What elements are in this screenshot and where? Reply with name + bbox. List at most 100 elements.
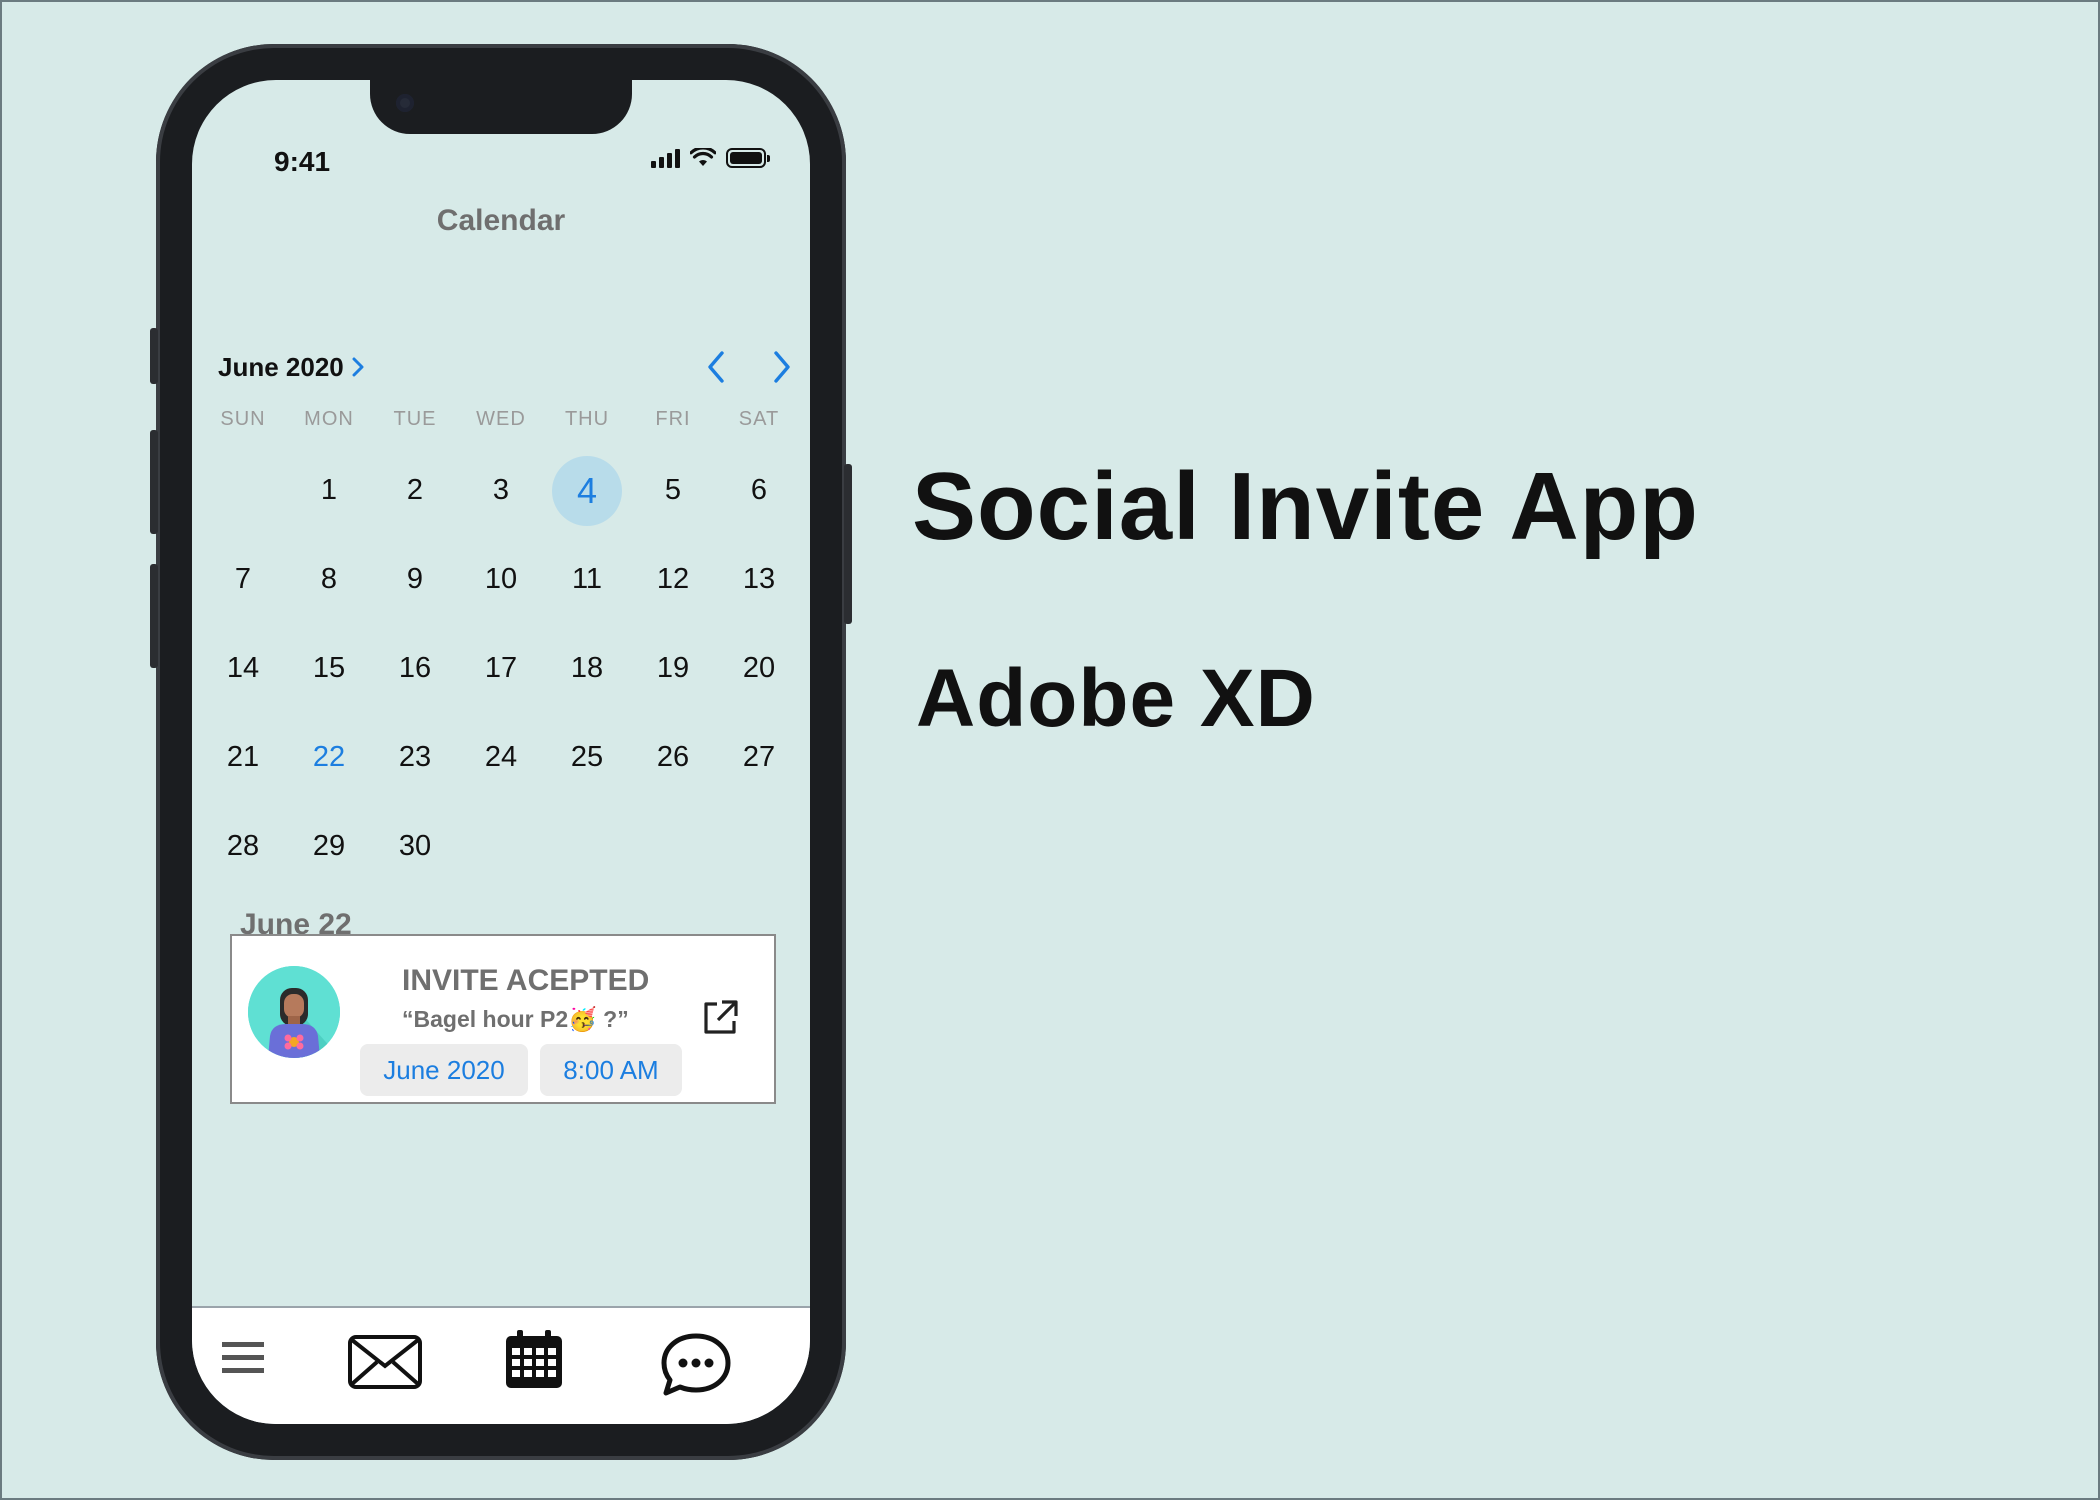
calendar-day-label: 2 — [406, 474, 424, 506]
weekday-label: THU — [564, 408, 610, 430]
calendar-day-label: 16 — [398, 652, 432, 684]
invite-card[interactable]: INVITE ACEPTED “Bagel hour P2🥳 ?” June 2… — [230, 934, 776, 1104]
calendar-day[interactable]: 13 — [716, 535, 802, 624]
wifi-icon — [690, 148, 716, 166]
cellular-signal-icon — [651, 148, 680, 168]
calendar-day-label: 15 — [312, 652, 346, 684]
calendar-day-empty — [630, 802, 716, 891]
calendar-day-label: 10 — [484, 563, 518, 595]
calendar-day[interactable]: 24 — [458, 713, 544, 802]
volume-down-button — [150, 564, 158, 668]
calendar-day-label: 8 — [320, 563, 338, 595]
calendar-day-label: 4 — [552, 455, 622, 526]
power-button — [844, 464, 852, 624]
calendar-day[interactable]: 14 — [200, 624, 286, 713]
calendar-day-label: 28 — [226, 830, 260, 862]
calendar-day-label: 3 — [492, 474, 510, 506]
calendar-day-label: 30 — [398, 830, 432, 862]
invite-status: INVITE ACEPTED — [402, 964, 650, 997]
calendar-day[interactable]: 8 — [286, 535, 372, 624]
calendar-icon[interactable] — [504, 1328, 564, 1390]
weekday-label: WED — [476, 408, 526, 430]
calendar-day[interactable]: 26 — [630, 713, 716, 802]
calendar-day[interactable]: 2 — [372, 446, 458, 535]
calendar-day[interactable]: 4 — [544, 446, 630, 535]
calendar-day[interactable]: 6 — [716, 446, 802, 535]
calendar-day-label: 27 — [742, 741, 776, 773]
page-title: Calendar — [436, 204, 566, 237]
calendar-day[interactable]: 22 — [286, 713, 372, 802]
calendar-day[interactable]: 1 — [286, 446, 372, 535]
calendar-day-label: 9 — [406, 563, 424, 595]
calendar-day-label: 18 — [570, 652, 604, 684]
calendar-day[interactable]: 18 — [544, 624, 630, 713]
time-chip[interactable]: 8:00 AM — [540, 1044, 682, 1096]
calendar-day[interactable]: 25 — [544, 713, 630, 802]
calendar-day-empty — [544, 802, 630, 891]
calendar-day[interactable]: 10 — [458, 535, 544, 624]
status-icons — [651, 148, 770, 168]
calendar-day[interactable]: 21 — [200, 713, 286, 802]
calendar-day-label: 7 — [234, 563, 252, 595]
battery-icon — [726, 148, 770, 168]
volume-up-button — [150, 430, 158, 534]
front-camera — [396, 94, 414, 112]
calendar-day-empty — [458, 802, 544, 891]
calendar-day-label: 1 — [320, 474, 338, 506]
weekday-header: SUN MON TUE WED THU FRI SAT — [200, 408, 802, 431]
calendar-day-label: 11 — [571, 563, 603, 595]
mail-icon[interactable] — [347, 1334, 423, 1390]
calendar-day[interactable]: 12 — [630, 535, 716, 624]
calendar-day[interactable]: 27 — [716, 713, 802, 802]
calendar-day[interactable]: 7 — [200, 535, 286, 624]
status-time: 9:41 — [274, 146, 331, 177]
calendar-day[interactable]: 29 — [286, 802, 372, 891]
calendar-day[interactable]: 15 — [286, 624, 372, 713]
calendar-day[interactable]: 30 — [372, 802, 458, 891]
calendar-day[interactable]: 23 — [372, 713, 458, 802]
calendar-grid: 1 2 3 4 5 6 7 8 9 10 11 12 13 14 15 16 17 18 19 20 21 22 23 24 2… — [200, 446, 802, 891]
weekday-label: FRI — [655, 408, 691, 430]
app-screen: 9:41 Calendar June 2020 SUN MON TUE WED … — [192, 80, 810, 1424]
calendar-day[interactable]: 19 — [630, 624, 716, 713]
previous-month-button[interactable] — [706, 350, 726, 384]
calendar-day-empty — [716, 802, 802, 891]
next-month-button[interactable] — [772, 350, 792, 384]
calendar-day-empty — [200, 446, 286, 535]
avatar — [248, 966, 340, 1058]
menu-icon[interactable] — [220, 1338, 266, 1378]
month-label: June 2020 — [218, 351, 344, 382]
weekday-label: MON — [304, 408, 354, 430]
calendar-day[interactable]: 16 — [372, 624, 458, 713]
month-navigation: June 2020 — [218, 350, 792, 384]
calendar-day-label: 25 — [570, 741, 604, 773]
calendar-day[interactable]: 11 — [544, 535, 630, 624]
open-external-icon[interactable] — [700, 998, 740, 1038]
calendar-day[interactable]: 28 — [200, 802, 286, 891]
calendar-day[interactable]: 5 — [630, 446, 716, 535]
chevron-right-icon — [352, 357, 364, 377]
calendar-day-label: 6 — [750, 474, 768, 506]
calendar-day-label: 19 — [656, 652, 690, 684]
weekday-label: TUE — [393, 408, 437, 430]
calendar-day-label: 20 — [742, 652, 776, 684]
calendar-day-label: 29 — [312, 830, 346, 862]
calendar-day-label: 22 — [312, 741, 346, 773]
calendar-day[interactable]: 9 — [372, 535, 458, 624]
calendar-day-label: 13 — [742, 563, 776, 595]
month-picker[interactable]: June 2020 — [218, 352, 364, 383]
weekday-label: SAT — [738, 408, 780, 430]
calendar-day-label: 17 — [484, 652, 518, 684]
invite-message: “Bagel hour P2🥳 ?” — [402, 1006, 629, 1032]
calendar-day-label: 26 — [656, 741, 690, 773]
calendar-day-label: 21 — [226, 741, 260, 773]
date-chip[interactable]: June 2020 — [360, 1044, 528, 1096]
calendar-day[interactable]: 20 — [716, 624, 802, 713]
chat-icon[interactable] — [660, 1332, 732, 1396]
calendar-day-label: 5 — [664, 474, 682, 506]
promo-subtitle: Adobe XD — [916, 653, 1316, 744]
calendar-day[interactable]: 3 — [458, 446, 544, 535]
promo-title: Social Invite App — [912, 453, 1699, 560]
calendar-day[interactable]: 17 — [458, 624, 544, 713]
calendar-day-label: 12 — [656, 563, 690, 595]
